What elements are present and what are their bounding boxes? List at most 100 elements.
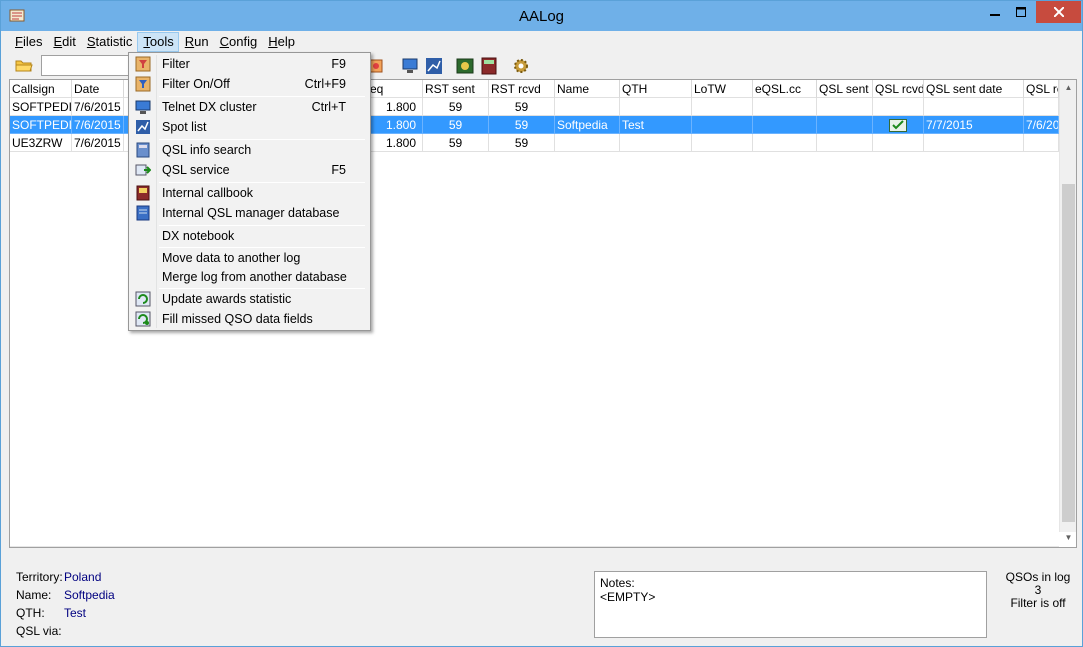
callsign-input[interactable] [41,55,136,76]
menu-files[interactable]: Files [9,32,47,52]
cell-lotw [692,134,753,152]
notes-value: <EMPTY> [600,590,656,604]
map-icon[interactable] [456,57,474,75]
menu-item-shortcut: F5 [331,163,346,177]
open-folder-icon[interactable] [15,57,33,73]
cell-name [555,134,620,152]
vertical-scroll-thumb[interactable] [1062,184,1075,522]
notes-label: Notes: [600,576,635,590]
window-title: AALog [518,8,565,25]
column-header-qsl-rcvd-date[interactable]: QSL rc [1024,80,1059,98]
cell-eqsl [753,98,817,116]
cell-rst-sent: 59 [423,116,489,134]
menu-item-fill-missed-qso-data-fields[interactable]: Fill missed QSO data fields [131,309,368,329]
menu-item-internal-qsl-manager-database[interactable]: Internal QSL manager database [131,203,368,223]
cell-lotw [692,98,753,116]
spot-list-icon [136,120,150,134]
monitor-icon[interactable] [401,57,419,75]
scroll-up-icon[interactable]: ▲ [1060,80,1076,96]
menu-item-shortcut: Ctrl+T [311,100,346,114]
cell-rst-rcvd: 59 [489,116,555,134]
update-awards-icon [135,291,151,307]
menu-item-shortcut: F9 [331,57,346,71]
menu-item-label: Internal QSL manager database [162,206,340,220]
menu-item-filter[interactable]: Filter F9 [131,54,368,74]
cell-qsl-sent-date [924,98,1024,116]
menu-item-label: Merge log from another database [162,270,347,284]
vertical-scrollbar[interactable]: ▲ ▼ [1059,80,1076,542]
column-header-lotw[interactable]: LoTW [692,80,753,98]
column-header-qth[interactable]: QTH [620,80,692,98]
menu-item-filter-toggle[interactable]: Filter On/Off Ctrl+F9 [131,74,368,94]
column-header-callsign[interactable]: Callsign [10,80,72,98]
menu-item-internal-callbook[interactable]: Internal callbook [131,183,368,203]
cell-qsl-rcvd [873,134,924,152]
menu-item-update-awards-statistic[interactable]: Update awards statistic [131,289,368,309]
menu-item-label: Internal callbook [162,186,254,200]
cell-date: 7/6/2015 [72,116,124,134]
filter-status: Filter is off [1010,596,1066,610]
cell-rst-sent: 59 [423,134,489,152]
cell-rst-sent: 59 [423,98,489,116]
column-header-qsl-sent[interactable]: QSL sent [817,80,873,98]
qsl-service-icon [135,164,151,176]
cell-eqsl [753,116,817,134]
menu-item-spot-list[interactable]: Spot list [131,117,368,137]
menu-tools[interactable]: Tools [137,32,179,52]
cell-qsl-sent-date [924,134,1024,152]
territory-label: Territory: [16,570,63,584]
menu-item-qsl-service[interactable]: QSL service F5 [131,160,368,180]
minimize-icon [990,14,1000,16]
menu-edit[interactable]: Edit [47,32,80,52]
menu-item-merge-log[interactable]: Merge log from another database [131,267,368,287]
menu-config[interactable]: Config [214,32,263,52]
column-header-date[interactable]: Date [72,80,124,98]
menu-bar: Files Edit Statistic Tools Run Config He… [9,32,1077,52]
column-header-qsl-sent-date[interactable]: QSL sent date [924,80,1024,98]
callbook-icon [136,185,150,201]
column-header-qsl-rcvd[interactable]: QSL rcvd [873,80,924,98]
menu-run[interactable]: Run [179,32,214,52]
filter-toggle-icon [135,76,151,92]
notes-box[interactable]: Notes: <EMPTY> [594,571,987,638]
column-header-rst-sent[interactable]: RST sent [423,80,489,98]
cell-qsl-sent [817,98,873,116]
cell-qsl-sent [817,116,873,134]
scroll-right-icon[interactable]: › [1043,547,1059,548]
title-bar[interactable]: AALog [1,1,1082,31]
filter-icon [135,56,151,72]
menu-item-telnet-dx-cluster[interactable]: Telnet DX cluster Ctrl+T [131,97,368,117]
horizontal-scrollbar[interactable]: ‹ › [10,546,1059,548]
telnet-monitor-icon [135,100,151,114]
minimize-button[interactable] [981,1,1009,23]
menu-statistic[interactable]: Statistic [81,32,138,52]
chart-icon[interactable] [425,57,443,75]
menu-item-dx-notebook[interactable]: DX notebook [131,226,368,246]
menu-help[interactable]: Help [262,32,300,52]
column-header-name[interactable]: Name [555,80,620,98]
tools-menu-dropdown: Filter F9 Filter On/Off Ctrl+F9 Telnet D… [128,52,371,331]
maximize-icon [1016,7,1026,17]
cell-qsl-rcvd-date [1024,98,1059,116]
menu-item-shortcut: Ctrl+F9 [304,77,346,91]
column-header-freq[interactable]: eq [368,80,423,98]
cell-qth [620,134,692,152]
close-button[interactable] [1036,1,1081,23]
cell-qsl-rcvd-date [1024,134,1059,152]
scroll-down-icon[interactable]: ▼ [1060,530,1076,546]
fill-fields-icon [135,311,151,327]
cell-callsign: UE3ZRW [10,134,72,152]
qsl-manager-db-icon [136,205,150,221]
cell-rst-rcvd: 59 [489,134,555,152]
menu-item-move-data[interactable]: Move data to another log [131,248,368,268]
maximize-button[interactable] [1007,1,1035,23]
menu-item-qsl-info-search[interactable]: QSL info search [131,140,368,160]
settings-gear-icon[interactable] [512,57,530,75]
column-header-rst-rcvd[interactable]: RST rcvd [489,80,555,98]
scroll-left-icon[interactable]: ‹ [10,547,26,548]
column-header-eqsl[interactable]: eQSL.cc [753,80,817,98]
calculator-icon[interactable] [480,57,498,75]
cell-freq: 1.800 [368,134,423,152]
cell-qsl-sent-date: 7/7/2015 [924,116,1024,134]
cell-eqsl [753,134,817,152]
